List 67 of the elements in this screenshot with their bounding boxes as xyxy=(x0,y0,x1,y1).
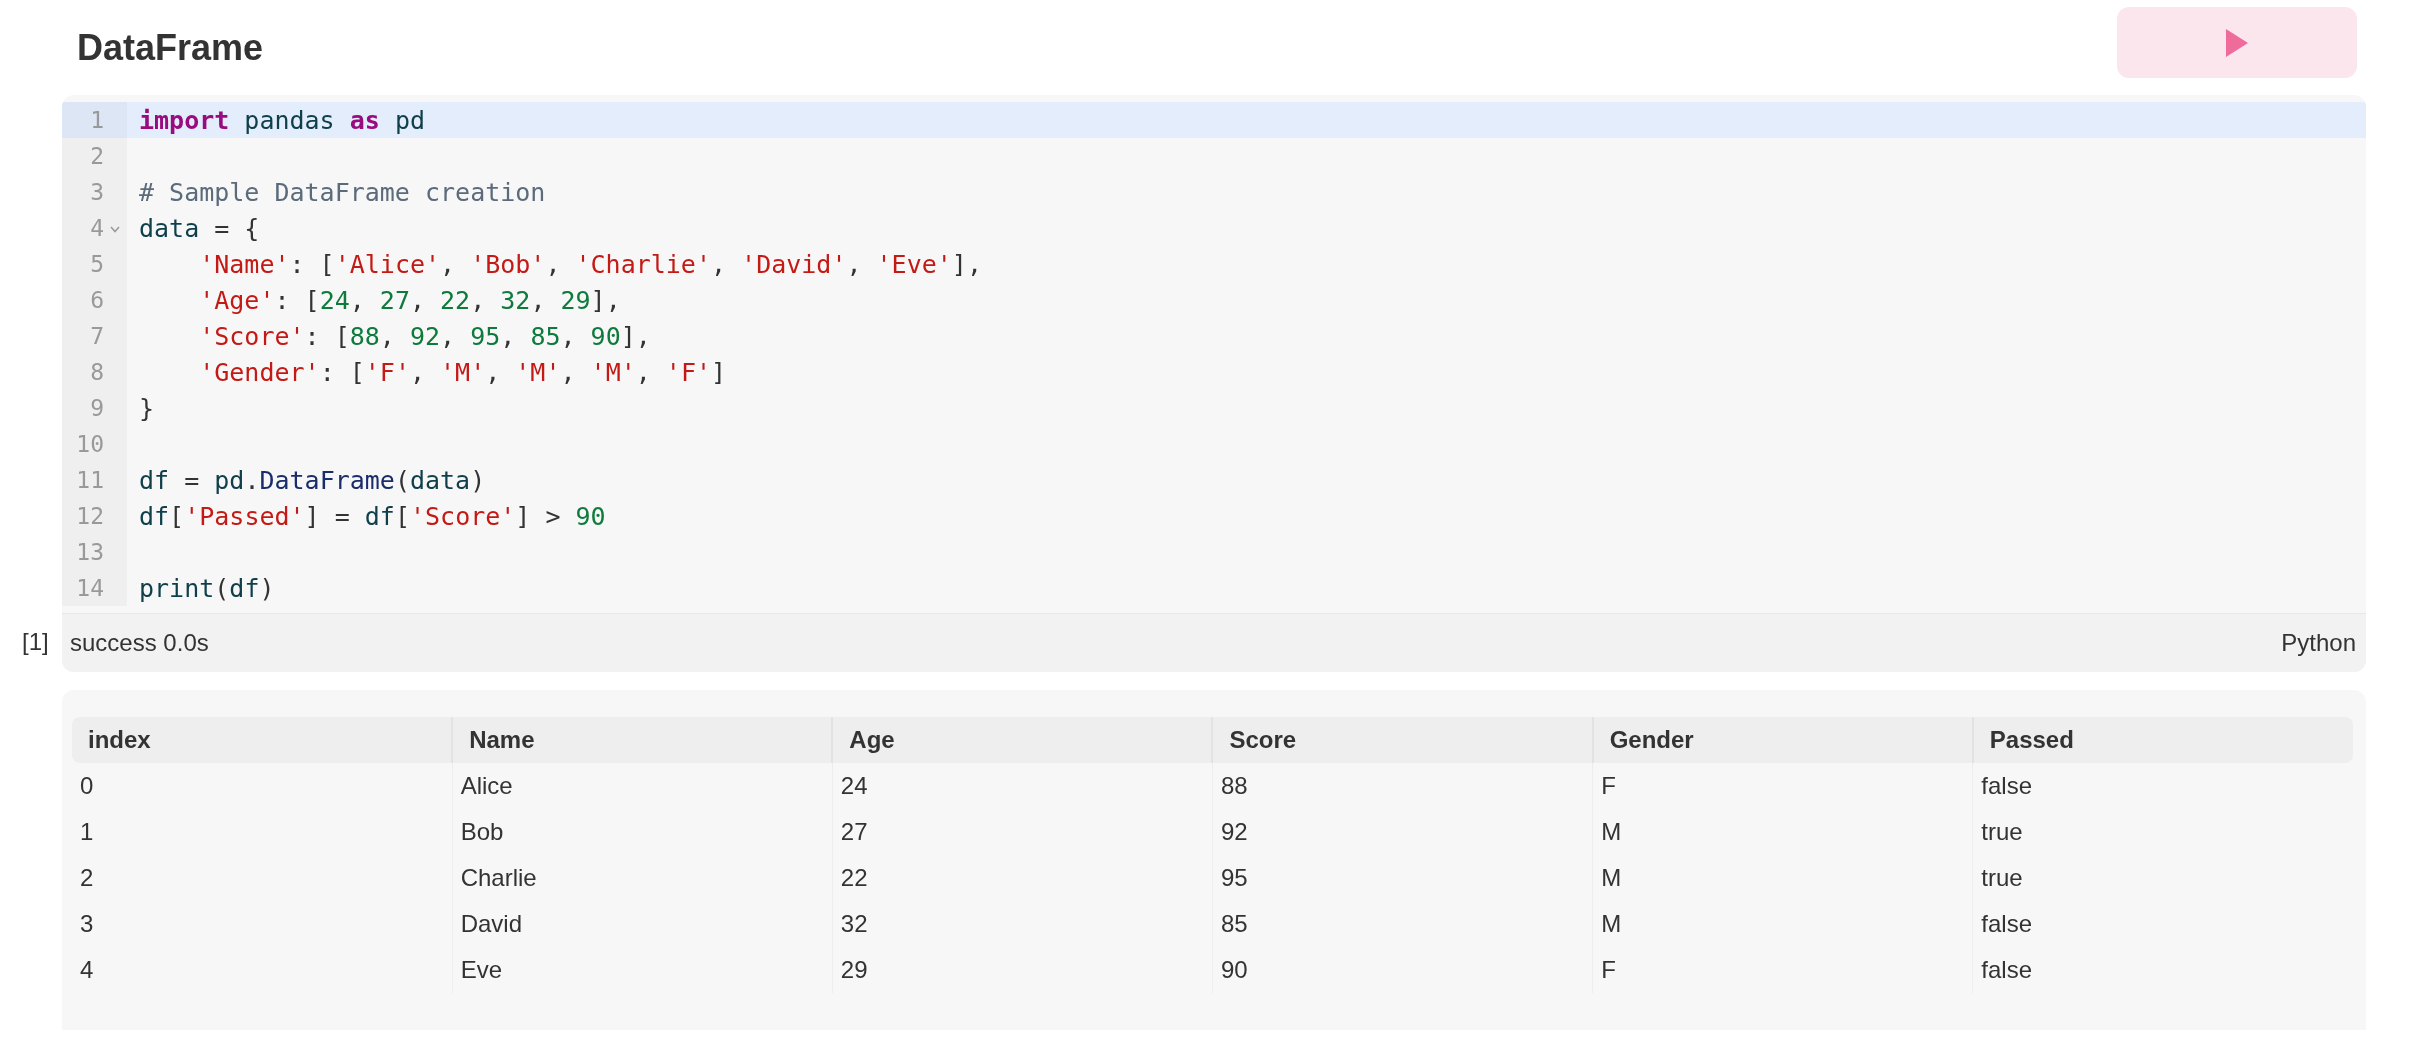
table-cell: 95 xyxy=(1212,855,1593,901)
table-cell: 27 xyxy=(832,809,1213,855)
status-text: success 0.0s xyxy=(70,629,209,657)
table-cell: David xyxy=(452,901,833,947)
code-line: 'Name': ['Alice', 'Bob', 'Charlie', 'David', 'Eve'], xyxy=(198,249,982,279)
column-header: Name xyxy=(452,717,833,763)
code-line: print(df) xyxy=(138,573,275,603)
code-line: data = { xyxy=(138,213,260,243)
table-cell: 0 xyxy=(72,763,453,809)
table-cell: Alice xyxy=(452,763,833,809)
notebook-title: DataFrame xyxy=(77,26,264,69)
table-cell: false xyxy=(1972,763,2353,809)
line-number: 14 xyxy=(75,575,104,601)
line-number: 6 xyxy=(89,287,104,313)
table-cell: false xyxy=(1972,901,2353,947)
code-line: df['Passed'] = df['Score'] > 90 xyxy=(138,501,606,531)
line-number: 4 xyxy=(89,215,104,241)
table-cell: M xyxy=(1592,855,1973,901)
table-cell: 92 xyxy=(1212,809,1593,855)
column-header: index xyxy=(72,717,453,763)
line-number: 8 xyxy=(89,359,104,385)
code-line: } xyxy=(138,393,155,423)
execution-count: [1] xyxy=(22,628,49,656)
line-number: 7 xyxy=(89,323,104,349)
code-line: 'Age': [24, 27, 22, 32, 29], xyxy=(198,285,621,315)
line-number: 3 xyxy=(89,179,104,205)
table-cell: 90 xyxy=(1212,947,1593,993)
code-line: df = pd.DataFrame(data) xyxy=(138,465,486,495)
table-cell: 85 xyxy=(1212,901,1593,947)
table-cell: M xyxy=(1592,901,1973,947)
line-number: 9 xyxy=(89,395,104,421)
table-cell: true xyxy=(1972,809,2353,855)
table-cell: 32 xyxy=(832,901,1213,947)
column-header: Score xyxy=(1212,717,1593,763)
code-line: import pandas as pd xyxy=(138,105,425,135)
table-cell: 29 xyxy=(832,947,1213,993)
fold-chevron-icon[interactable] xyxy=(110,226,120,233)
line-number: 10 xyxy=(75,431,104,457)
play-icon xyxy=(2226,28,2248,57)
line-number: 2 xyxy=(89,143,104,169)
table-cell: Eve xyxy=(452,947,833,993)
table-cell: true xyxy=(1972,855,2353,901)
table-cell: Charlie xyxy=(452,855,833,901)
code-line: 'Gender': ['F', 'M', 'M', 'M', 'F'] xyxy=(198,357,727,387)
table-cell: F xyxy=(1592,947,1973,993)
table-cell: false xyxy=(1972,947,2353,993)
code-line: # Sample DataFrame creation xyxy=(138,177,546,207)
table-cell: 4 xyxy=(72,947,453,993)
table-cell: Bob xyxy=(452,809,833,855)
language-label: Python xyxy=(2281,629,2356,657)
code-line: 'Score': [88, 92, 95, 85, 90], xyxy=(198,321,651,351)
column-header: Passed xyxy=(1972,717,2353,763)
line-number: 5 xyxy=(89,251,104,277)
table-cell: 24 xyxy=(832,763,1213,809)
table-cell: 88 xyxy=(1212,763,1593,809)
column-header: Gender xyxy=(1592,717,1973,763)
table-cell: 2 xyxy=(72,855,453,901)
line-number: 12 xyxy=(75,503,104,529)
column-header: Age xyxy=(832,717,1213,763)
table-cell: 22 xyxy=(832,855,1213,901)
table-cell: 3 xyxy=(72,901,453,947)
line-number: 11 xyxy=(75,467,104,493)
line-number: 1 xyxy=(89,107,104,133)
table-cell: M xyxy=(1592,809,1973,855)
table-cell: 1 xyxy=(72,809,453,855)
line-number: 13 xyxy=(75,539,104,565)
table-cell: F xyxy=(1592,763,1973,809)
